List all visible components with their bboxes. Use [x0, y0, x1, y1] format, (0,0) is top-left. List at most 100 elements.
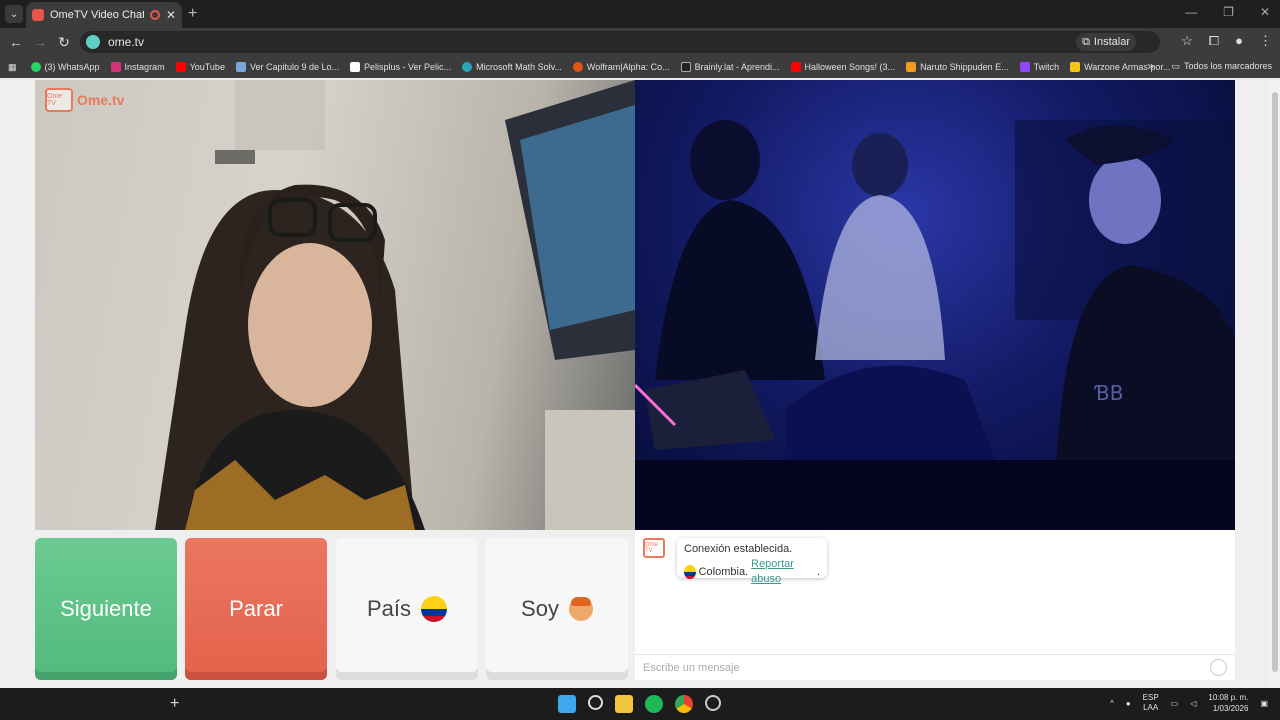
new-tab-button[interactable]: + — [188, 5, 197, 23]
country-filter-button[interactable]: País — [336, 538, 478, 680]
site-icon — [235, 62, 246, 72]
close-tab-icon[interactable]: ✕ — [166, 8, 176, 22]
system-tray: ^ ● ESP LAA ▭ ◁ 10:08 p. m. 1/03/2026 ▣ — [1110, 692, 1268, 714]
toolbar-actions: ☆ ⧠ ● ⋮ — [1181, 33, 1272, 49]
stop-button[interactable]: Parar — [185, 538, 327, 680]
bookmark-instagram[interactable]: Instagram — [110, 62, 165, 72]
report-abuse-link[interactable]: Reportar abuso — [751, 557, 814, 587]
youtube-icon — [175, 62, 186, 72]
extensions-icon[interactable]: ⧠ — [1209, 33, 1219, 49]
bookmark-ver-capitulo[interactable]: Ver Capitulo 9 de Lo... — [235, 62, 339, 72]
notifications-icon[interactable]: ▣ — [1260, 699, 1268, 708]
bookmark-naruto[interactable]: Naruto Shippuden E... — [906, 62, 1009, 72]
chrome-icon[interactable] — [675, 695, 693, 713]
bookmark-brainly[interactable]: Brainly.lat - Aprendi... — [680, 62, 780, 72]
stop-label: Parar — [229, 596, 283, 621]
back-arrow-icon[interactable]: ← — [4, 34, 28, 50]
instagram-icon — [110, 62, 121, 72]
chat-panel: Ome TV Conexión establecida. Colombia. R… — [635, 530, 1235, 680]
bookmark-microsoft-math[interactable]: Microsoft Math Solv... — [462, 62, 562, 72]
search-icon[interactable] — [588, 695, 603, 710]
cursor-crosshair-icon: + — [170, 695, 180, 712]
windows-start-icon[interactable] — [558, 695, 576, 713]
tab-title: OmeTV Video Chat — Ome — [50, 9, 144, 21]
partner-country: Colombia. — [698, 565, 749, 578]
install-label: Instalar — [1093, 36, 1130, 48]
close-window-icon[interactable]: ✕ — [1260, 5, 1270, 19]
address-bar[interactable]: ome.tv ⧉ Instalar — [80, 31, 1160, 53]
restore-icon[interactable]: ❐ — [1223, 5, 1234, 19]
folder-icon: ▭ — [1171, 61, 1180, 71]
bookmark-whatsapp[interactable]: (3) WhatsApp — [30, 62, 100, 72]
profile-avatar[interactable]: ● — [1235, 33, 1243, 49]
emoji-picker-icon[interactable] — [1210, 659, 1227, 676]
report-suffix: . — [816, 565, 820, 578]
forward-arrow-icon[interactable]: → — [28, 34, 52, 50]
taskbar-apps — [558, 695, 721, 713]
bookmark-halloween-songs[interactable]: Halloween Songs! (3... — [790, 62, 895, 72]
language-indicator[interactable]: ESP LAA — [1143, 693, 1159, 713]
gender-label: Soy — [521, 596, 559, 621]
browser-tab-active[interactable]: OmeTV Video Chat — Ome ✕ — [26, 2, 182, 28]
more-bookmarks-icon[interactable]: » — [1147, 59, 1154, 73]
next-label: Siguiente — [60, 596, 152, 621]
page-icon — [350, 62, 361, 72]
site-info-icon[interactable] — [86, 35, 100, 49]
bookmark-twitch[interactable]: Twitch — [1019, 62, 1059, 72]
bookmarks-bar: ▦ (3) WhatsApp Instagram YouTube Ver Cap… — [0, 56, 1280, 78]
next-button[interactable]: Siguiente — [35, 538, 177, 680]
country-label: País — [366, 596, 412, 621]
bookmark-warzone[interactable]: Warzone Armas por... — [1070, 62, 1170, 72]
brainly-icon — [680, 62, 691, 72]
url-text: ome.tv — [108, 35, 145, 49]
install-app-button[interactable]: ⧉ Instalar — [1076, 33, 1136, 51]
browser-tabstrip: ⌄ OmeTV Video Chat — Ome ✕ + — ❐ ✕ — [0, 0, 1280, 28]
spotify-icon[interactable] — [645, 695, 663, 713]
tray-overflow-icon[interactable]: ^ — [1110, 699, 1114, 708]
tab-list-button[interactable]: ⌄ — [5, 5, 23, 23]
remote-video: ƁB — [635, 80, 1235, 530]
svg-text:ƁB: ƁB — [1093, 381, 1123, 405]
connection-status-text: Conexión establecida. — [684, 543, 793, 555]
file-explorer-icon[interactable] — [615, 695, 633, 713]
microphone-icon[interactable]: ● — [1126, 699, 1131, 708]
partner-country-row: Colombia. Reportar abuso. — [684, 557, 820, 587]
page-scrollbar[interactable] — [1270, 80, 1280, 688]
ometv-favicon-icon — [32, 9, 44, 21]
minimize-icon[interactable]: — — [1185, 5, 1197, 19]
local-camera-feed — [155, 80, 635, 530]
ometv-page: Ome TV Ome.tv ƁB Siguiente Parar País So… — [0, 80, 1280, 688]
install-icon: ⧉ — [1082, 35, 1090, 48]
recording-indicator-icon — [149, 10, 160, 20]
system-message-bubble: Conexión establecida. Colombia. Reportar… — [677, 538, 827, 585]
network-icon[interactable]: ▭ — [1171, 699, 1179, 708]
bookmark-pelisplus[interactable]: Pelisplus - Ver Pelic... — [350, 62, 451, 72]
local-video: Ome TV Ome.tv — [35, 80, 635, 530]
browser-menu-icon[interactable]: ⋮ — [1259, 33, 1272, 49]
remote-camera-feed: ƁB — [635, 120, 1235, 530]
math-solver-icon — [462, 62, 473, 72]
bookmark-youtube[interactable]: YouTube — [175, 62, 225, 72]
whatsapp-icon — [30, 62, 41, 72]
colombia-flag-icon — [684, 565, 696, 579]
ometv-chat-avatar-icon: Ome TV — [643, 538, 665, 558]
youtube-icon — [790, 62, 801, 72]
bookmark-star-icon[interactable]: ☆ — [1181, 33, 1193, 49]
reload-icon[interactable]: ↻ — [52, 34, 76, 51]
app-notification-icon[interactable] — [705, 695, 721, 711]
clock[interactable]: 10:08 p. m. 1/03/2026 — [1208, 692, 1248, 714]
browser-toolbar: ← → ↻ ome.tv ⧉ Instalar ☆ ⧠ ● ⋮ — [0, 28, 1280, 56]
window-controls: — ❐ ✕ — [1185, 5, 1270, 19]
apps-grid-icon[interactable]: ▦ — [8, 62, 17, 73]
folder-icon — [1070, 62, 1081, 72]
gender-select-button[interactable]: Soy — [486, 538, 628, 680]
volume-icon[interactable]: ◁ — [1190, 699, 1196, 708]
scrollbar-thumb[interactable] — [1272, 92, 1278, 672]
message-input[interactable]: Escribe un mensaje — [635, 654, 1235, 680]
clock-time: 10:08 p. m. — [1208, 693, 1249, 702]
all-bookmarks-folder[interactable]: ▭ Todos los marcadores — [1171, 61, 1272, 72]
os-taskbar: + ^ ● ESP LAA ▭ ◁ 10:08 p. m. 1/03/2026 … — [0, 688, 1280, 720]
anime-site-icon — [906, 62, 917, 72]
bookmark-wolfram[interactable]: Wolfram|Alpha: Co... — [572, 62, 670, 72]
wolfram-icon — [572, 62, 583, 72]
